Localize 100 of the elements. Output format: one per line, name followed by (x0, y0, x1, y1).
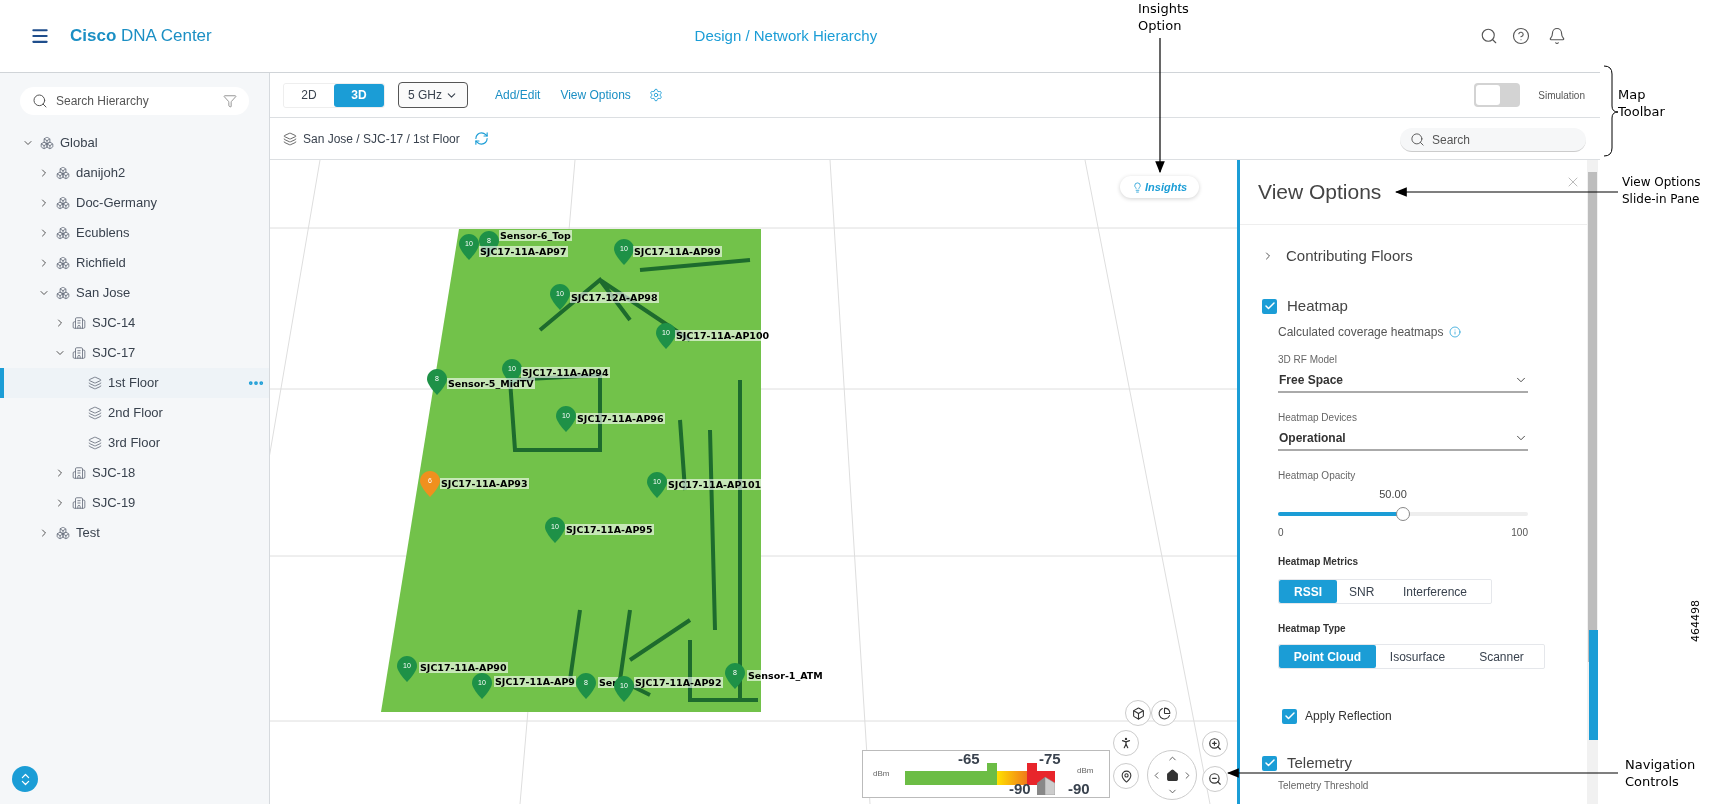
search-icon[interactable] (1480, 27, 1498, 45)
search-icon (1410, 131, 1425, 147)
tree-item[interactable]: 2nd Floor (0, 398, 269, 428)
tree-item[interactable]: SJC-14 (0, 308, 269, 338)
pin-label: SJC17-11A-AP99 (633, 246, 722, 257)
person-icon (1119, 736, 1133, 750)
sites-icon (56, 256, 70, 270)
tree-item[interactable]: San Jose (0, 278, 269, 308)
tree-item[interactable]: SJC-18 (0, 458, 269, 488)
building-icon (72, 466, 86, 480)
field-label: Heatmap Devices (1278, 411, 1358, 425)
section-label: Heatmap (1287, 295, 1348, 316)
tree-item[interactable]: Ecublens (0, 218, 269, 248)
collapse-button[interactable] (12, 766, 38, 792)
lightbulb-icon (1132, 181, 1143, 193)
checkbox[interactable] (1262, 298, 1277, 314)
simulation-toggle[interactable] (1474, 83, 1521, 107)
refresh-icon[interactable] (473, 131, 489, 146)
building-icon (72, 316, 86, 330)
pin-label: Sensor-6_Top (499, 230, 572, 241)
threshold-value: -90 (1009, 781, 1031, 796)
slider-thumb[interactable] (1396, 507, 1410, 521)
person-view-button[interactable] (1113, 730, 1139, 756)
unit-label: dBm (873, 768, 890, 780)
menu-icon[interactable] (30, 26, 50, 46)
tree-item[interactable]: Doc-Germany (0, 188, 269, 218)
callout-label: Insights Option (1138, 0, 1190, 34)
pan-control[interactable] (1147, 750, 1197, 800)
opacity-slider[interactable] (1278, 507, 1528, 521)
toolbar-link[interactable]: Add/Edit (495, 86, 541, 104)
map-pin-icon (1119, 769, 1133, 783)
zoom-out-button[interactable] (1202, 766, 1228, 792)
floor-icon (283, 131, 297, 146)
search-icon (32, 93, 48, 109)
check-icon (1263, 300, 1276, 312)
group-label: Heatmap Metrics (1278, 555, 1360, 569)
pin-label: SJC17-11A-AP100 (675, 330, 771, 341)
sites-icon (40, 136, 54, 150)
3d-view-button[interactable] (1125, 700, 1151, 726)
building-icon (72, 346, 86, 360)
zoom-in-icon (1208, 737, 1222, 751)
home-icon[interactable] (1166, 769, 1179, 782)
tree-item[interactable]: SJC-17 (0, 338, 269, 368)
pie-chart-icon (1157, 706, 1171, 720)
contributing-floors-toggle[interactable]: Contributing Floors (1262, 245, 1587, 267)
building-icon (72, 496, 86, 510)
floor-icon (88, 376, 102, 390)
simulation-label: Simulation (1538, 88, 1585, 103)
tree-item[interactable]: Test (0, 518, 269, 548)
tree-item[interactable]: Richfield (0, 248, 269, 278)
unit-label: dBm (1077, 765, 1094, 777)
devices-dropdown[interactable]: Operational (1278, 427, 1528, 451)
zoom-out-icon (1208, 772, 1222, 786)
floor-icon (88, 436, 102, 450)
settings-icon[interactable] (648, 88, 663, 102)
sites-icon (56, 526, 70, 540)
slider-reading: 50.00 (1379, 487, 1407, 501)
checkbox[interactable] (1282, 708, 1297, 724)
locate-button[interactable] (1113, 763, 1139, 789)
check-icon (1283, 710, 1296, 722)
brand-name: Cisco DNA Center (70, 25, 212, 48)
floor-icon (88, 406, 102, 420)
pin-label: Sensor-1_ATM (747, 670, 824, 681)
rf-model-dropdown[interactable]: Free Space (1278, 369, 1528, 393)
info-icon[interactable] (1449, 326, 1462, 338)
zoom-in-button[interactable] (1202, 731, 1228, 757)
tree-item[interactable]: 1st Floor (0, 368, 269, 398)
field-label: Heatmap Opacity (1278, 469, 1357, 483)
checkbox[interactable] (1262, 755, 1277, 771)
pin-label: SJC17-11A-AP90 (419, 662, 508, 673)
section-label: Telemetry (1287, 752, 1353, 773)
tree-item[interactable]: 3rd Floor (0, 428, 269, 458)
map-search-field[interactable]: Search (1400, 128, 1586, 152)
field-label: Telemetry Threshold (1277, 779, 1370, 793)
page-title: Design / Network Hierarchy (694, 25, 878, 46)
cube-icon (1131, 706, 1145, 720)
toolbar-link[interactable]: View Options (560, 86, 631, 104)
callout-label: Map Toolbar (1618, 86, 1666, 120)
figure-number: 464498 (1688, 600, 1703, 642)
pin-label: SJC17-11A-AP93 (440, 478, 529, 489)
pin-label: SJC17-11A-AP94 (521, 367, 610, 378)
chart-view-button[interactable] (1151, 700, 1177, 726)
pin-label: SJC17-11A-AP92 (634, 677, 723, 688)
panel-title: View Options (1258, 179, 1382, 206)
check-icon (1263, 757, 1276, 769)
tree-item[interactable]: SJC-19 (0, 488, 269, 518)
sites-icon (56, 166, 70, 180)
filter-icon[interactable] (223, 94, 237, 108)
search-field[interactable]: Search Hierarchy (20, 87, 249, 115)
sites-icon (56, 196, 70, 210)
pin-label: Sensor-5_MidTV (447, 378, 535, 389)
tree-item[interactable]: Global (0, 128, 269, 158)
help-icon[interactable] (1512, 27, 1530, 45)
pin-label: SJC17-11A-AP101 (667, 479, 763, 490)
notifications-icon[interactable] (1548, 27, 1566, 45)
threshold-value: -90 (1068, 781, 1090, 796)
tree-item[interactable]: danijoh2 (0, 158, 269, 188)
checkbox-label: Apply Reflection (1305, 708, 1392, 725)
band-dropdown[interactable]: 5 GHz (398, 82, 468, 108)
threshold-value: -65 (958, 751, 980, 766)
